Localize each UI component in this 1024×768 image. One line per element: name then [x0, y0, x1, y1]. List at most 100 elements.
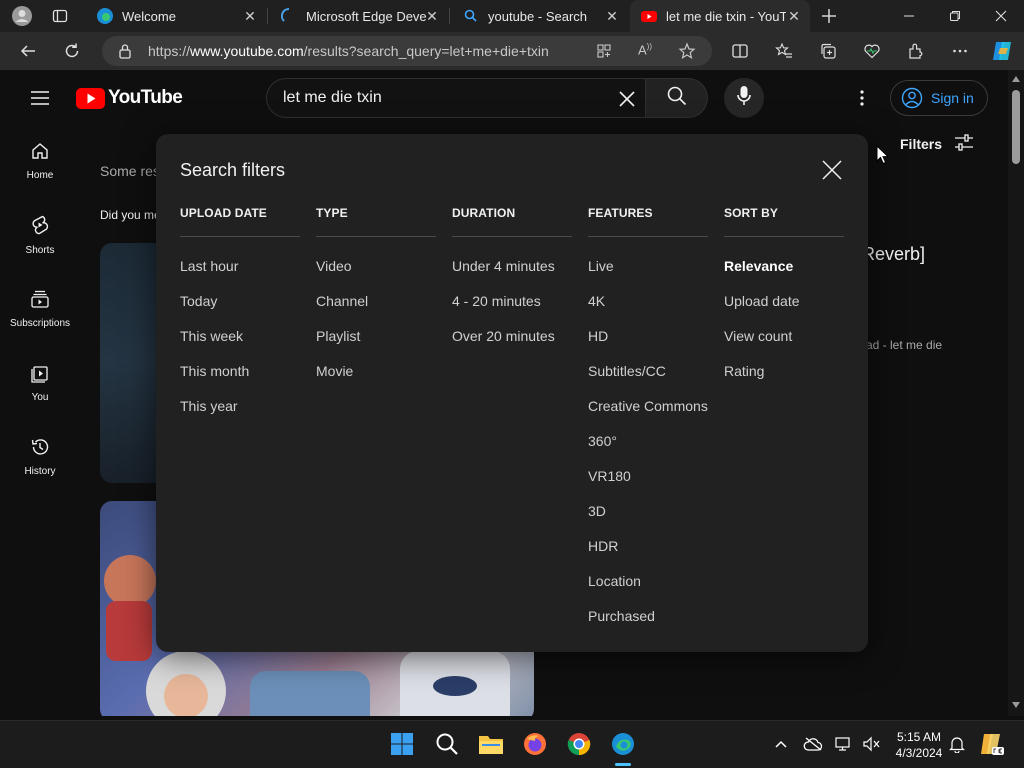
youtube-logo[interactable]: YouTube	[76, 87, 183, 109]
clear-search-icon[interactable]	[617, 89, 637, 109]
restore-icon[interactable]	[932, 0, 978, 32]
tab-actions-icon[interactable]	[46, 2, 74, 30]
filter-option[interactable]: This year	[180, 389, 300, 424]
firefox-icon[interactable]	[520, 729, 550, 759]
address-bar[interactable]: https://www.youtube.com/results?search_q…	[102, 36, 712, 66]
chevron-up-icon[interactable]	[766, 729, 796, 759]
favorite-star-icon[interactable]	[678, 42, 696, 60]
filter-option[interactable]: Creative Commons	[588, 389, 708, 424]
close-icon[interactable]: ✕	[424, 8, 440, 24]
read-aloud-icon[interactable]: A))	[638, 42, 656, 60]
lock-icon	[118, 43, 132, 59]
close-icon[interactable]	[820, 158, 844, 182]
sign-in-label: Sign in	[931, 90, 974, 106]
filter-column: UPLOAD DATE Last hour Today This week This m…	[180, 204, 300, 424]
browser-essentials-icon[interactable]	[858, 37, 886, 65]
search-button[interactable]	[646, 78, 708, 118]
copilot-taskbar-icon[interactable]	[976, 729, 1006, 759]
window-close-icon[interactable]	[978, 0, 1024, 32]
filter-option[interactable]: View count	[724, 319, 844, 354]
onedrive-icon[interactable]	[798, 729, 828, 759]
tab-edge-developer[interactable]: Microsoft Edge Devel ✕	[270, 0, 448, 32]
filter-option[interactable]: This week	[180, 319, 300, 354]
tab-title: Welcome	[122, 8, 176, 24]
filter-option[interactable]: 4K	[588, 284, 708, 319]
filter-option[interactable]: HD	[588, 319, 708, 354]
filter-option[interactable]: 4 - 20 minutes	[452, 284, 572, 319]
microphone-icon	[736, 85, 752, 112]
tab-title: youtube - Search	[488, 8, 588, 24]
filter-column-heading: SORT BY	[724, 204, 844, 237]
guide-item-subscriptions[interactable]: Subscriptions	[4, 274, 76, 344]
filter-option[interactable]: Upload date	[724, 284, 844, 319]
guide-item-shorts[interactable]: Shorts	[4, 200, 76, 270]
profile-icon[interactable]	[8, 2, 36, 30]
filter-option[interactable]: Over 20 minutes	[452, 319, 572, 354]
notification-bell-icon[interactable]	[942, 729, 972, 759]
sign-in-button[interactable]: Sign in	[890, 80, 988, 116]
filter-option[interactable]: Relevance	[724, 249, 844, 284]
windows-start-icon[interactable]	[387, 729, 417, 759]
page-scrollbar[interactable]	[1008, 70, 1024, 716]
app-available-icon[interactable]	[596, 43, 612, 59]
menu-icon[interactable]	[26, 84, 54, 112]
edge-icon[interactable]	[608, 729, 638, 759]
refresh-icon[interactable]	[58, 37, 86, 65]
chrome-icon[interactable]	[564, 729, 594, 759]
close-icon[interactable]: ✕	[786, 8, 802, 24]
new-tab-icon[interactable]	[815, 2, 843, 30]
filter-option[interactable]: Subtitles/CC	[588, 354, 708, 389]
voice-search-button[interactable]	[724, 78, 764, 118]
history-icon	[30, 437, 50, 460]
close-icon[interactable]: ✕	[604, 8, 620, 24]
filter-option[interactable]: Rating	[724, 354, 844, 389]
url-host: www.youtube.com	[190, 43, 304, 59]
back-icon[interactable]	[14, 37, 42, 65]
filter-option[interactable]: This month	[180, 354, 300, 389]
filters-button[interactable]: Filters	[900, 133, 974, 155]
filter-option[interactable]: HDR	[588, 529, 708, 564]
settings-dots-icon[interactable]	[848, 84, 876, 112]
volume-muted-icon[interactable]	[856, 729, 886, 759]
more-options-icon[interactable]	[946, 37, 974, 65]
filter-option[interactable]: Purchased	[588, 599, 708, 634]
loading-icon	[280, 7, 298, 25]
minimize-icon[interactable]	[886, 0, 932, 32]
filter-option[interactable]: VR180	[588, 459, 708, 494]
extensions-icon[interactable]	[902, 37, 930, 65]
filter-option[interactable]: Playlist	[316, 319, 436, 354]
tab-welcome[interactable]: Welcome ✕	[86, 0, 266, 32]
video-title-fragment[interactable]: Reverb]	[862, 244, 925, 265]
tab-youtube-search[interactable]: youtube - Search ✕	[452, 0, 628, 32]
filter-option[interactable]: Today	[180, 284, 300, 319]
favorites-icon[interactable]	[770, 37, 798, 65]
scroll-thumb[interactable]	[1012, 90, 1020, 164]
filters-label: Filters	[900, 136, 943, 152]
filter-option[interactable]: Under 4 minutes	[452, 249, 572, 284]
tab-youtube-video[interactable]: let me die txin - YouT ✕	[630, 0, 810, 32]
close-icon[interactable]: ✕	[242, 8, 258, 24]
filter-option[interactable]: 3D	[588, 494, 708, 529]
filter-option[interactable]: Video	[316, 249, 436, 284]
filter-option[interactable]: Movie	[316, 354, 436, 389]
taskbar-search-icon[interactable]	[432, 729, 462, 759]
copilot-icon[interactable]	[988, 37, 1016, 65]
filter-option[interactable]: 360°	[588, 424, 708, 459]
guide-item-history[interactable]: History	[4, 422, 76, 492]
filter-column-heading: FEATURES	[588, 204, 708, 237]
split-screen-icon[interactable]	[726, 37, 754, 65]
scroll-up-icon[interactable]	[1012, 76, 1020, 82]
filter-option[interactable]: Live	[588, 249, 708, 284]
search-icon	[666, 85, 688, 112]
search-input[interactable]: let me die txin	[266, 78, 646, 118]
filter-option[interactable]: Location	[588, 564, 708, 599]
scroll-down-icon[interactable]	[1012, 702, 1020, 708]
filter-option[interactable]: Channel	[316, 284, 436, 319]
file-explorer-icon[interactable]	[476, 729, 506, 759]
filter-column-heading: TYPE	[316, 204, 436, 237]
collections-icon[interactable]	[814, 37, 842, 65]
filter-column: TYPE Video Channel Playlist Movie	[316, 204, 436, 389]
guide-item-you[interactable]: You	[4, 348, 76, 418]
filter-option[interactable]: Last hour	[180, 249, 300, 284]
guide-item-home[interactable]: Home	[4, 126, 76, 196]
